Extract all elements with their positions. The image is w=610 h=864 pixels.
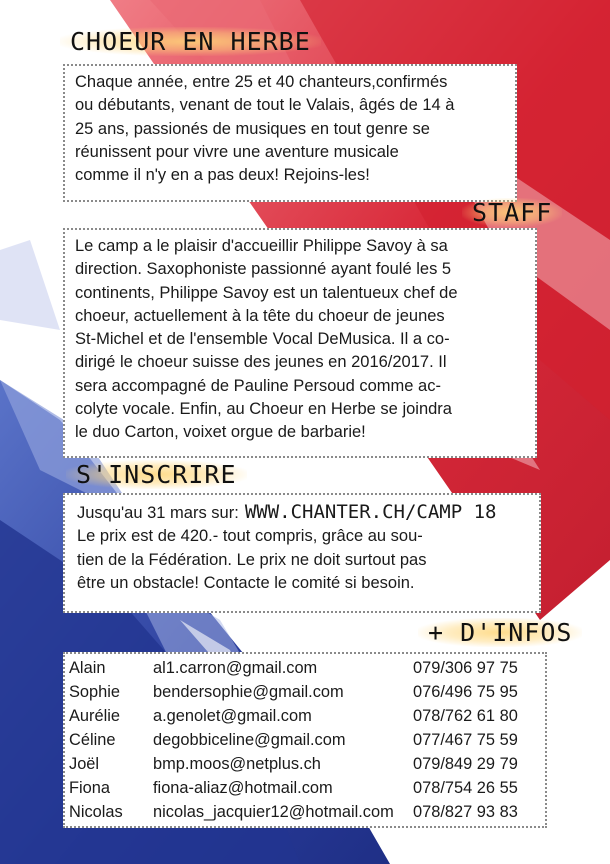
contact-email[interactable]: al1.carron@gmail.com [153, 656, 317, 680]
text-line: ou débutants, venant de tout le Valais, … [75, 96, 455, 115]
text-line: colyte vocale. Enfin, au Choeur en Herbe… [75, 400, 452, 419]
contact-phone[interactable]: 078/762 61 80 [413, 704, 518, 728]
contact-name: Joël [69, 755, 100, 773]
contact-name: Fiona [69, 779, 111, 797]
inscrire-title: S'INSCRIRE [66, 460, 247, 489]
text-line: réunissent pour vivre une aventure music… [75, 142, 399, 161]
registration-url[interactable]: WWW.CHANTER.CH/CAMP 18 [245, 501, 497, 523]
text-line: dirigé le choeur suisse des jeunes en 20… [75, 353, 447, 372]
text-line: 25 ans, passionés de musiques en tout ge… [75, 119, 430, 138]
contact-name: Sophie [69, 683, 121, 701]
text-line: le duo Carton, voixet orgue de barbarie! [75, 423, 366, 442]
choeur-text: Chaque année, entre 25 et 40 chanteurs,c… [75, 71, 515, 187]
text-line: comme il n'y en a pas deux! Rejoins-les! [75, 166, 370, 185]
contact-phone[interactable]: 079/306 97 75 [413, 656, 518, 680]
contact-email[interactable]: degobbiceline@gmail.com [153, 728, 346, 752]
text-line: être un obstacle! Contacte le comité si … [77, 573, 415, 592]
contact-email[interactable]: a.genolet@gmail.com [153, 704, 312, 728]
inscrire-text: Jusqu'au 31 mars sur: WWW.CHANTER.CH/CAMP… [77, 501, 539, 595]
text-line: sera accompagné de Pauline Persoud comme… [75, 376, 441, 395]
staff-text: Le camp a le plaisir d'accueillir Philip… [75, 235, 535, 445]
choeur-title: CHOEUR EN HERBE [60, 27, 321, 56]
inscrire-panel: Jusqu'au 31 mars sur: WWW.CHANTER.CH/CAMP… [63, 493, 541, 613]
contact-email[interactable]: bendersophie@gmail.com [153, 680, 344, 704]
contact-email[interactable]: nicolas_jacquier12@hotmail.com [153, 800, 394, 824]
contact-email[interactable]: fiona-aliaz@hotmail.com [153, 776, 333, 800]
contact-name: Alain [69, 659, 106, 677]
contact-phone[interactable]: 078/827 93 83 [413, 800, 518, 824]
choeur-panel: Chaque année, entre 25 et 40 chanteurs,c… [63, 64, 517, 202]
deadline-line: Jusqu'au 31 mars sur: WWW.CHANTER.CH/CAMP… [77, 501, 539, 525]
contact-phone[interactable]: 079/849 29 79 [413, 752, 518, 776]
text-line: Le prix est de 420.- tout compris, grâce… [77, 527, 423, 546]
text-line: continents, Philippe Savoy est un talent… [75, 283, 458, 302]
staff-panel: Le camp a le plaisir d'accueillir Philip… [63, 228, 537, 458]
contacts-table: Alain al1.carron@gmail.com 079/306 97 75… [63, 652, 547, 828]
text-line: tien de la Fédération. Le prix ne doit s… [77, 550, 427, 569]
text-line: Chaque année, entre 25 et 40 chanteurs,c… [75, 73, 448, 91]
contact-phone[interactable]: 078/754 26 55 [413, 776, 518, 800]
contact-email[interactable]: bmp.moos@netplus.ch [153, 752, 321, 776]
staff-title: STAFF [462, 198, 563, 227]
deadline-text: Jusqu'au 31 mars sur: [77, 504, 239, 522]
contact-phone[interactable]: 076/496 75 95 [413, 680, 518, 704]
text-line: Le camp a le plaisir d'accueillir Philip… [75, 237, 448, 255]
text-line: choeur, actuellement à la tête du choeur… [75, 306, 445, 325]
contact-name: Nicolas [69, 803, 123, 821]
contact-name: Céline [69, 731, 116, 749]
contact-phone[interactable]: 077/467 75 59 [413, 728, 518, 752]
infos-title: + D'INFOS [418, 618, 583, 647]
contact-name: Aurélie [69, 707, 121, 725]
text-line: direction. Saxophoniste passionné ayant … [75, 260, 452, 279]
text-line: St-Michel et de l'ensemble Vocal DeMusic… [75, 330, 450, 349]
